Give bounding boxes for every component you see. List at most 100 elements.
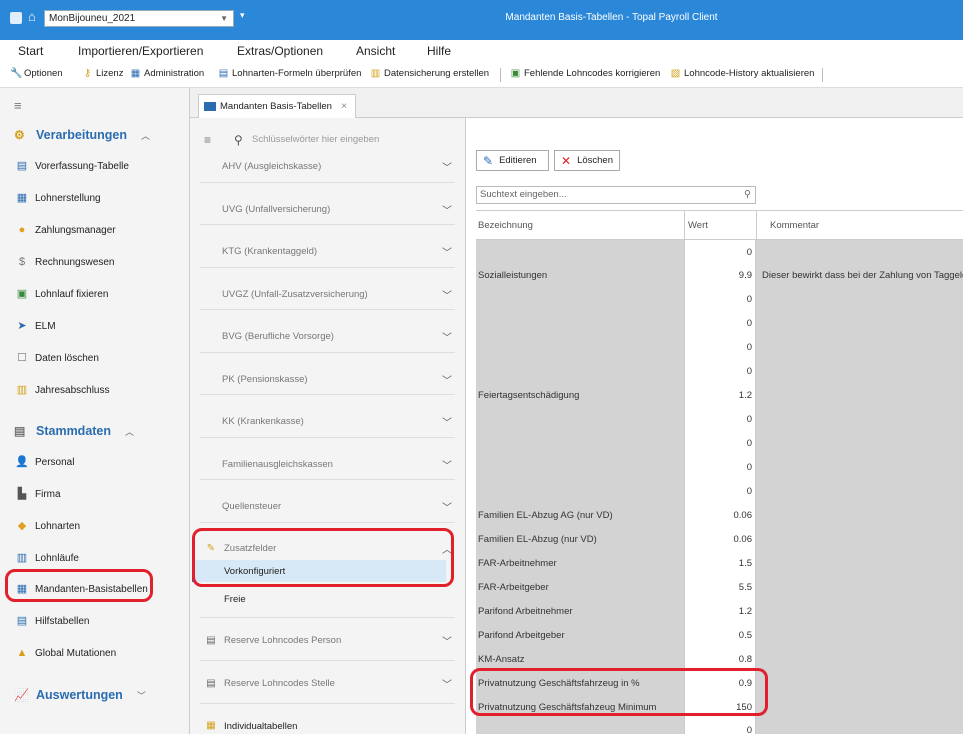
table-cell-value[interactable]: 0 <box>684 294 752 305</box>
section-verarbeitungen[interactable]: ⚙ Verarbeitungen ︿ <box>14 128 150 142</box>
table-cell-value[interactable]: 0.06 <box>684 510 753 521</box>
section-auswertungen[interactable]: 📈 Auswertungen ﹀ <box>14 688 146 702</box>
table-cell-value[interactable]: 1.2 <box>684 390 752 401</box>
column-kommentar-area <box>756 240 963 734</box>
column-header-bezeichnung[interactable]: Bezeichnung <box>478 220 533 231</box>
navigation-sidebar: ≡ ⚙ Verarbeitungen ︿ ▤ Vorerfassung-Tabel… <box>0 88 190 734</box>
table-cell-name[interactable]: KM-Ansatz <box>478 654 524 665</box>
document-tab-strip: Mandanten Basis-Tabellen × <box>190 88 963 118</box>
datensicherung-button[interactable]: ▥ Datensicherung erstellen <box>370 68 489 79</box>
table-cell-value[interactable]: 1.2 <box>684 606 752 617</box>
hamburger-icon[interactable]: ≡ <box>204 133 211 147</box>
section-ktg[interactable]: KTG (Krankentaggeld) ﹀ <box>222 244 452 259</box>
table-cell-value[interactable]: 0 <box>684 725 752 736</box>
sidebar-item-lohnerstellung[interactable]: ▦ Lohnerstellung <box>14 191 101 205</box>
delete-button[interactable]: ✕ Löschen <box>554 150 620 171</box>
master-data-icon: ▤ <box>14 424 26 438</box>
table-cell-name[interactable]: Feiertagsentschädigung <box>478 390 579 401</box>
sidebar-item-lohnlaeufe[interactable]: ▥ Lohnläufe <box>14 551 79 565</box>
sidebar-item-lohnarten[interactable]: ◆ Lohnarten <box>14 519 80 533</box>
section-stammdaten[interactable]: ▤ Stammdaten ︿ <box>14 424 134 438</box>
table-cell-value[interactable]: 0.5 <box>684 630 752 641</box>
table-cell-comment[interactable]: Dieser bewirkt dass bei der Zahlung von … <box>762 270 963 281</box>
table-cell-value[interactable]: 0 <box>684 414 752 425</box>
section-uvgz[interactable]: UVGZ (Unfall-Zusatzversicherung) ﹀ <box>222 287 452 302</box>
optionen-button[interactable]: 🔧 Optionen <box>10 68 63 79</box>
sidebar-item-jahresabschluss[interactable]: ▥ Jahresabschluss <box>14 383 110 397</box>
section-bvg[interactable]: BVG (Berufliche Vorsorge) ﹀ <box>222 329 452 344</box>
sidebar-item-global-mutationen[interactable]: ▲ Global Mutationen <box>14 646 117 660</box>
table-cell-value[interactable]: 0 <box>684 486 752 497</box>
subitem-freie[interactable]: Freie <box>224 594 246 605</box>
lohncode-history-button[interactable]: ▧ Lohncode-History aktualisieren <box>670 68 815 79</box>
table-cell-name[interactable]: FAR-Arbeitgeber <box>478 582 549 593</box>
table-cell-value[interactable]: 0 <box>684 462 752 473</box>
fix-icon: ▣ <box>16 288 28 300</box>
sidebar-item-lohnlauf-fixieren[interactable]: ▣ Lohnlauf fixieren <box>14 287 109 301</box>
tab-mandanten-basis-tabellen[interactable]: Mandanten Basis-Tabellen × <box>198 94 356 118</box>
sidebar-item-firma[interactable]: ▙ Firma <box>14 487 61 501</box>
section-reserve-stelle[interactable]: ▤ Reserve Lohncodes Stelle ﹀ <box>204 676 452 692</box>
table-cell-name[interactable]: Parifond Arbeitnehmer <box>478 606 573 617</box>
section-ahv[interactable]: AHV (Ausgleichskasse) ﹀ <box>222 159 452 174</box>
sidebar-item-vorerfassung[interactable]: ▤ Vorerfassung-Tabelle <box>14 159 129 173</box>
table-cell-value[interactable]: 0.06 <box>684 534 753 545</box>
menu-start[interactable]: Start <box>18 44 43 58</box>
chevron-down-icon: ﹀ <box>442 291 452 302</box>
lohnarten-formeln-button[interactable]: ▤ Lohnarten-Formeln überprüfen <box>218 68 362 79</box>
lizenz-button[interactable]: ⚷ Lizenz <box>82 68 124 79</box>
table-cell-value[interactable]: 0 <box>684 247 752 258</box>
fehlende-lohncodes-button[interactable]: ▣ Fehlende Lohncodes korrigieren <box>510 68 661 79</box>
section-familienausgleichskassen[interactable]: Familienausgleichskassen ﹀ <box>222 457 452 472</box>
keyword-search-input[interactable]: Schlüsselwörter hier eingeben <box>252 134 379 145</box>
table-cell-value[interactable]: 0 <box>684 366 752 377</box>
history-icon: ▧ <box>670 68 681 79</box>
pencil-icon: ✎ <box>483 153 494 168</box>
menu-hilfe[interactable]: Hilfe <box>427 44 451 58</box>
table-cell-value[interactable]: 0.8 <box>684 654 752 665</box>
section-individualtabellen[interactable]: ▦ Individualtabellen <box>204 720 452 732</box>
sidebar-item-elm[interactable]: ➤ ELM <box>14 319 55 333</box>
table-cell-value[interactable]: 5.5 <box>684 582 752 593</box>
sidebar-item-daten-loeschen[interactable]: ☐ Daten löschen <box>14 351 99 365</box>
section-pk[interactable]: PK (Pensionskasse) ﹀ <box>222 372 452 387</box>
backup-icon: ▥ <box>370 68 381 79</box>
sidebar-item-personal[interactable]: 👤 Personal <box>14 455 74 469</box>
column-header-wert[interactable]: Wert <box>688 220 708 231</box>
administration-button[interactable]: ▦ Administration <box>130 68 204 79</box>
hamburger-icon[interactable]: ≡ <box>14 98 22 113</box>
sidebar-item-rechnungswesen[interactable]: $ Rechnungswesen <box>14 255 115 269</box>
section-uvg[interactable]: UVG (Unfallversicherung) ﹀ <box>222 202 452 217</box>
table-cell-name[interactable]: Familien EL-Abzug AG (nur VD) <box>478 510 613 521</box>
table-cell-name[interactable]: Sozialleistungen <box>478 270 547 281</box>
edit-button[interactable]: ✎ Editieren <box>476 150 549 171</box>
content-search-input[interactable]: Suchtext eingeben... ⚲ <box>476 186 756 204</box>
divider <box>200 479 455 480</box>
search-icon: ⚲ <box>234 133 243 147</box>
search-icon: ⚲ <box>744 189 751 200</box>
table-cell-value[interactable]: 0 <box>684 342 752 353</box>
table-cell-value[interactable]: 1.5 <box>684 558 752 569</box>
table-cell-value[interactable]: 0 <box>684 318 752 329</box>
table-cell-value[interactable]: 0 <box>684 438 752 449</box>
close-icon[interactable]: × <box>341 101 347 112</box>
table-cell-name[interactable]: Familien EL-Abzug (nur VD) <box>478 534 597 545</box>
table-cell-name[interactable]: Parifond Arbeitgeber <box>478 630 565 641</box>
table-cell-name[interactable]: FAR-Arbeitnehmer <box>478 558 557 569</box>
chevron-down-icon: ﹀ <box>442 376 452 387</box>
divider <box>200 617 455 618</box>
divider <box>200 267 455 268</box>
menu-extras-optionen[interactable]: Extras/Optionen <box>237 44 323 58</box>
section-quellensteuer[interactable]: Quellensteuer ﹀ <box>222 499 452 514</box>
section-kk[interactable]: KK (Krankenkasse) ﹀ <box>222 414 452 429</box>
menu-ansicht[interactable]: Ansicht <box>356 44 395 58</box>
column-header-kommentar[interactable]: Kommentar <box>770 220 819 231</box>
sidebar-item-zahlungsmanager[interactable]: ● Zahlungsmanager <box>14 223 116 237</box>
sidebar-item-hilfstabellen[interactable]: ▤ Hilfstabellen <box>14 614 90 628</box>
menu-importieren-exportieren[interactable]: Importieren/Exportieren <box>78 44 203 58</box>
chevron-up-icon: ︿ <box>125 426 135 437</box>
section-reserve-person[interactable]: ▤ Reserve Lohncodes Person ﹀ <box>204 633 452 649</box>
divider <box>200 182 455 183</box>
grid-header: Bezeichnung Wert Kommentar <box>476 210 963 241</box>
table-cell-value[interactable]: 9.9 <box>684 270 752 281</box>
